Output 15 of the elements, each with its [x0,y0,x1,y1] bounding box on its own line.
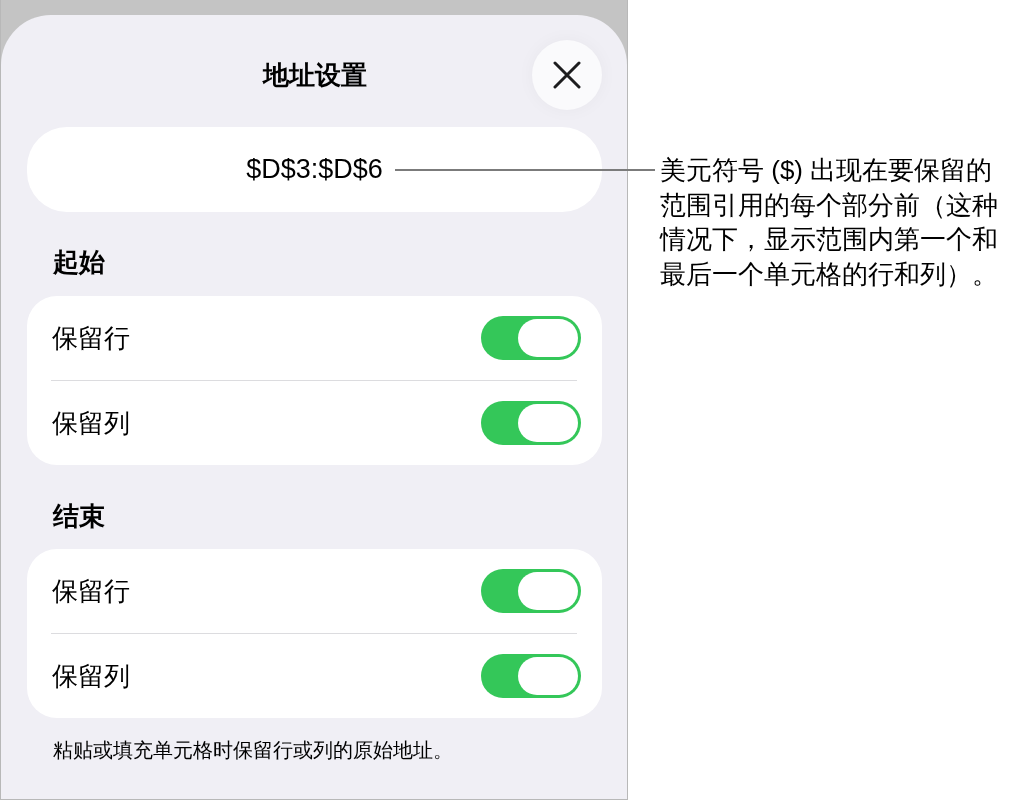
section-header: 结束 [51,502,106,530]
toggle-switch[interactable] [481,654,581,698]
toggle-switch[interactable] [481,316,581,360]
section-header: 起始 [52,248,106,276]
toggle-switch[interactable] [481,401,581,445]
setting-label: 保留行 [52,575,130,607]
setting-label: 保留列 [52,407,130,439]
callout-text: 美元符号 ($) 出现在要保留的范围引用的每个部分前（这种情况下，显示范围内第一个和最后一个单元格的行和列）。 [660,154,999,291]
close-icon [553,61,581,89]
setting-label: 保留行 [52,322,130,354]
sheet-title: 地址设置 [262,59,367,91]
toggle-switch[interactable] [481,569,581,613]
cell-reference-field: $D$3:$D$6 [27,127,602,212]
footnote-text: 粘贴或填充单元格时保留行或列的原始地址。 [53,738,454,763]
setting-label: 保留列 [52,660,130,692]
